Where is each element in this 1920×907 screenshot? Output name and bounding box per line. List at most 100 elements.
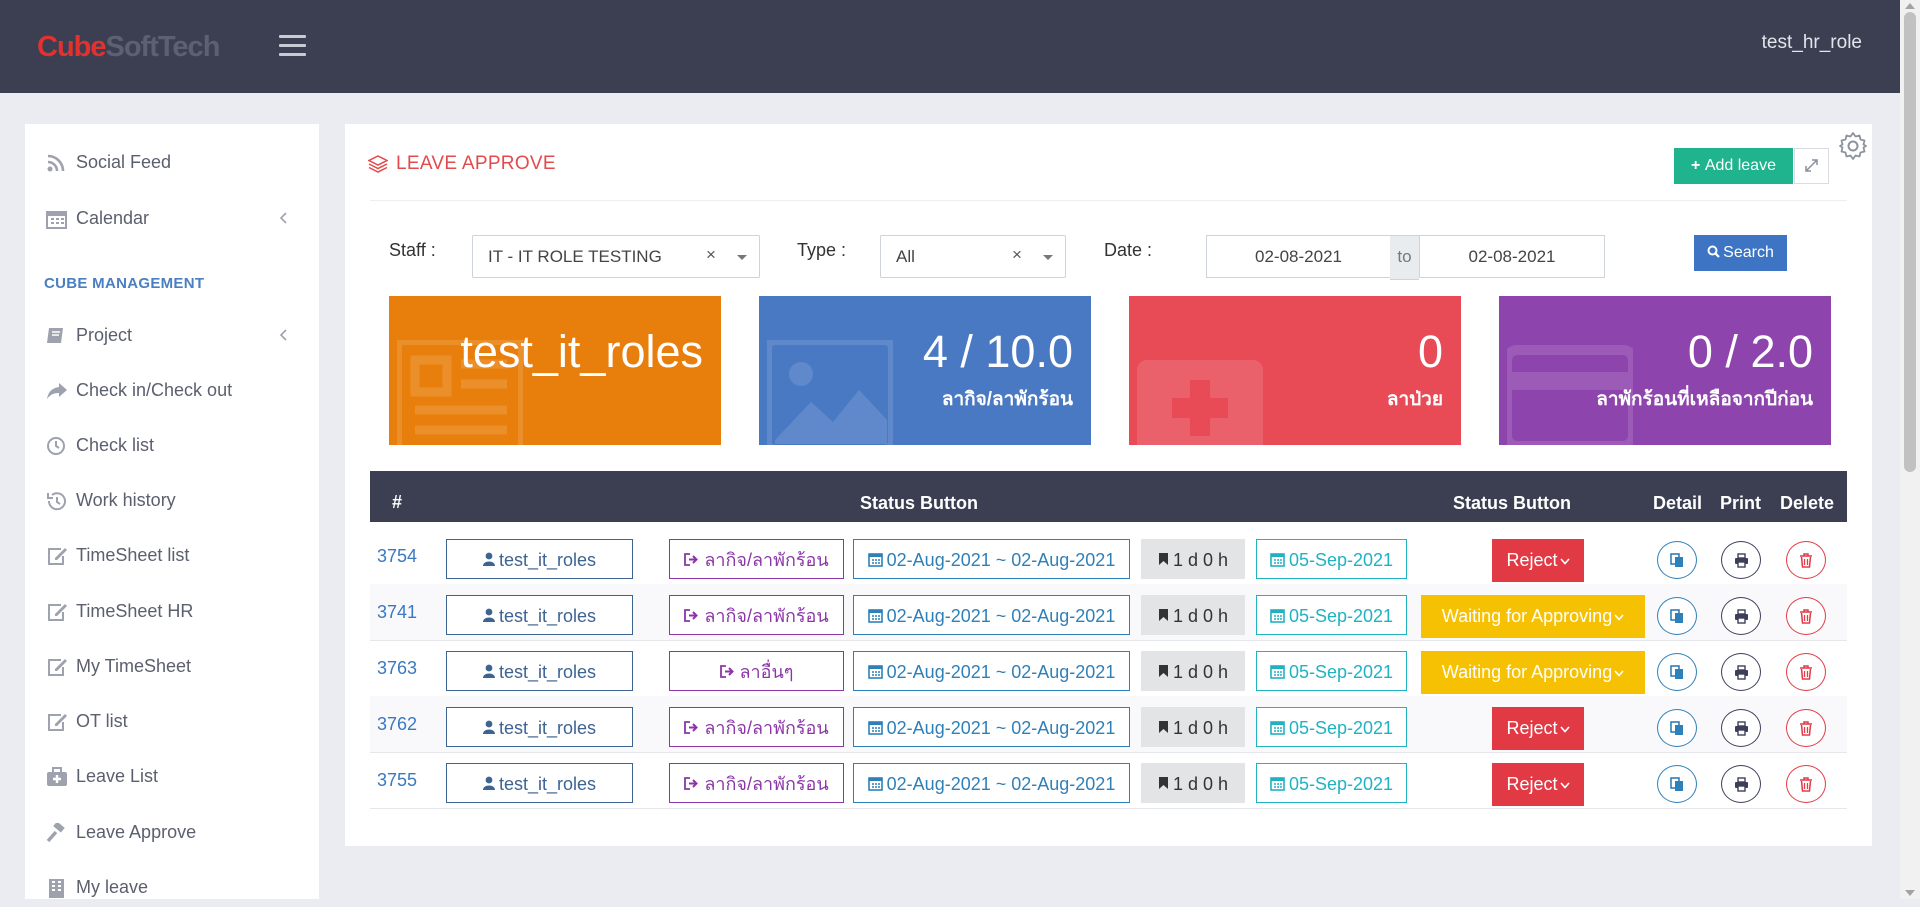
staff-select[interactable]: IT - IT ROLE TESTING × xyxy=(472,235,760,278)
brand-logo[interactable]: CubeSoftTech xyxy=(37,31,220,64)
scroll-up-arrow-icon[interactable] xyxy=(1905,3,1915,9)
delete-button[interactable] xyxy=(1786,597,1826,635)
leave-id-link[interactable]: 3754 xyxy=(377,546,417,567)
sign-out-icon xyxy=(684,720,699,734)
detail-button[interactable] xyxy=(1657,765,1697,803)
leave-id-link[interactable]: 3755 xyxy=(377,770,417,791)
copy-icon xyxy=(1670,721,1683,735)
medkit-icon xyxy=(47,767,67,786)
sidebar-item-work-history[interactable]: Work history xyxy=(25,480,319,520)
clear-icon[interactable]: × xyxy=(706,245,716,265)
delete-button[interactable] xyxy=(1786,709,1826,747)
print-button[interactable] xyxy=(1721,541,1761,579)
chevron-down-icon xyxy=(1614,670,1624,677)
sidebar-item-timesheet-hr[interactable]: TimeSheet HR xyxy=(25,591,319,631)
status-label: Waiting for Approving xyxy=(1441,606,1613,626)
bookmark-icon xyxy=(1158,553,1168,566)
print-button[interactable] xyxy=(1721,653,1761,691)
card-value: 0 xyxy=(1417,326,1443,377)
detail-button[interactable] xyxy=(1657,653,1697,691)
request-date: 05-Sep-2021 xyxy=(1288,606,1394,626)
sidebar-item-label: Project xyxy=(76,325,133,345)
calendar-icon xyxy=(1270,552,1285,567)
carryover-leave-card: 0 / 2.0 ลาพักร้อนที่เหลือจากปีก่อน xyxy=(1499,296,1831,445)
col-detail: Detail xyxy=(1653,493,1703,513)
sidebar-item-project[interactable]: Project xyxy=(25,315,319,355)
date-label: Date : xyxy=(1104,240,1153,260)
page-scrollbar[interactable] xyxy=(1900,0,1920,899)
detail-button[interactable] xyxy=(1657,597,1697,635)
sidebar-item-check-list[interactable]: Check list xyxy=(25,425,319,465)
print-button[interactable] xyxy=(1721,765,1761,803)
duration: 1 d 0 h xyxy=(1172,550,1229,570)
leave-range: 02-Aug-2021 ~ 02-Aug-2021 xyxy=(886,774,1116,794)
user-menu[interactable]: test_hr_role xyxy=(1762,32,1862,54)
sidebar-item-label: My TimeSheet xyxy=(76,656,192,676)
request-date-tag: 05-Sep-2021 xyxy=(1256,595,1407,635)
staff-tag: test_it_roles xyxy=(446,595,633,635)
delete-button[interactable] xyxy=(1786,541,1826,579)
copy-icon xyxy=(1670,665,1683,679)
request-date: 05-Sep-2021 xyxy=(1288,550,1394,570)
add-leave-button[interactable]: + Add leave xyxy=(1674,148,1793,184)
chevron-left-icon xyxy=(279,329,287,341)
sidebar-item-label: OT list xyxy=(76,711,128,731)
trash-icon xyxy=(1800,777,1812,792)
add-leave-label: Add leave xyxy=(1704,157,1776,174)
expand-panel-button[interactable] xyxy=(1794,148,1829,184)
detail-button[interactable] xyxy=(1657,709,1697,747)
scrollbar-thumb[interactable] xyxy=(1904,12,1916,472)
status-dropdown-button[interactable]: Waiting for Approving xyxy=(1421,651,1645,694)
delete-button[interactable] xyxy=(1786,765,1826,803)
card-value: test_it_roles xyxy=(460,326,703,377)
sidebar-item-label: My leave xyxy=(76,877,149,897)
settings-gear-icon[interactable] xyxy=(1837,130,1869,162)
sidebar-item-check-in-out[interactable]: Check in/Check out xyxy=(25,370,319,410)
date-to-label: to xyxy=(1390,235,1419,280)
user-icon xyxy=(482,720,495,735)
date-to-input[interactable]: 02-08-2021 xyxy=(1419,235,1605,278)
sidebar-item-leave-approve[interactable]: Leave Approve xyxy=(25,812,319,852)
staff-name: test_it_roles xyxy=(498,774,597,794)
date-from-input[interactable]: 02-08-2021 xyxy=(1206,235,1391,278)
trash-icon xyxy=(1800,721,1812,736)
print-button[interactable] xyxy=(1721,709,1761,747)
detail-button[interactable] xyxy=(1657,541,1697,579)
hamburger-menu-icon[interactable] xyxy=(279,35,307,57)
sidebar-item-my-timesheet[interactable]: My TimeSheet xyxy=(25,646,319,686)
calendar-icon xyxy=(1270,720,1285,735)
scroll-down-arrow-icon[interactable] xyxy=(1905,890,1915,896)
leave-approve-panel: LEAVE APPROVE + Add leave Staff : IT - I… xyxy=(345,124,1872,846)
sidebar-item-ot-list[interactable]: OT list xyxy=(25,701,319,741)
calendar-icon xyxy=(1270,608,1285,623)
calendar-icon xyxy=(867,720,883,735)
sidebar-item-social-feed[interactable]: Social Feed xyxy=(25,142,319,182)
bookmark-icon xyxy=(1158,609,1168,622)
delete-button[interactable] xyxy=(1786,653,1826,691)
staff-name: test_it_roles xyxy=(498,606,597,626)
user-icon xyxy=(482,608,495,623)
type-select[interactable]: All × xyxy=(880,235,1066,278)
search-button[interactable]: Search xyxy=(1694,235,1787,271)
logo-part-cube: Cube xyxy=(37,31,106,63)
status-dropdown-button[interactable]: Reject xyxy=(1492,707,1584,750)
status-dropdown-button[interactable]: Reject xyxy=(1492,763,1584,806)
status-dropdown-button[interactable]: Reject xyxy=(1492,539,1584,582)
leave-range: 02-Aug-2021 ~ 02-Aug-2021 xyxy=(886,662,1116,682)
search-label: Search xyxy=(1723,244,1774,261)
col-id: # xyxy=(392,492,403,512)
leave-range: 02-Aug-2021 ~ 02-Aug-2021 xyxy=(886,718,1116,738)
sidebar-item-timesheet-list[interactable]: TimeSheet list xyxy=(25,535,319,575)
leave-id-link[interactable]: 3741 xyxy=(377,602,417,623)
print-button[interactable] xyxy=(1721,597,1761,635)
card-caption: ลาพักร้อนที่เหลือจากปีก่อน xyxy=(1596,389,1813,410)
leave-id-link[interactable]: 3763 xyxy=(377,658,417,679)
copy-icon xyxy=(1670,553,1683,567)
clear-icon[interactable]: × xyxy=(1012,245,1022,265)
sidebar-item-leave-list[interactable]: Leave List xyxy=(25,756,319,796)
sidebar-item-my-leave[interactable]: My leave xyxy=(25,867,319,907)
sidebar-item-calendar[interactable]: Calendar xyxy=(25,198,319,238)
status-dropdown-button[interactable]: Waiting for Approving xyxy=(1421,595,1645,638)
leave-id-link[interactable]: 3762 xyxy=(377,714,417,735)
edit-icon xyxy=(48,548,67,565)
